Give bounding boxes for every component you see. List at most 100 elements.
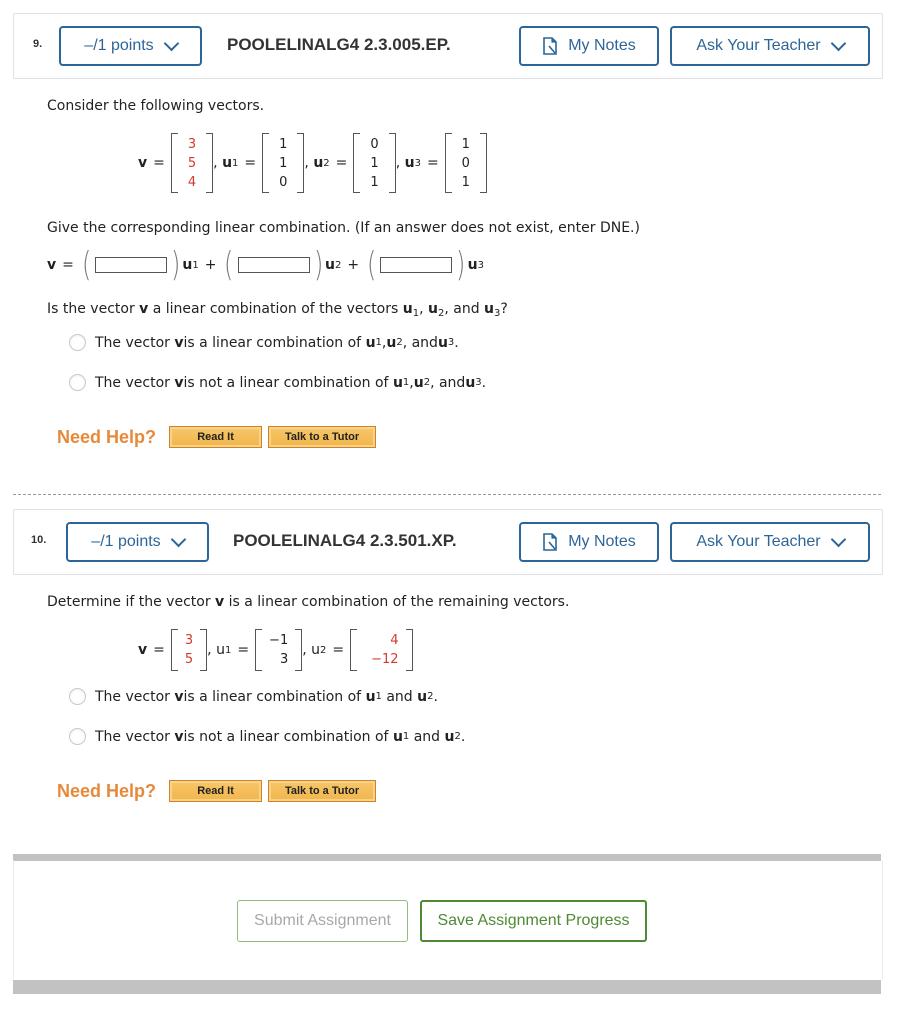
- vector-subscript: 1: [232, 157, 239, 169]
- vector-name: u: [311, 642, 320, 658]
- linear-combination-row: v = () u 1 + () u 2 + () u 3: [47, 245, 484, 285]
- vector-subscript: 1: [224, 644, 232, 656]
- read-it-button[interactable]: Read It: [169, 780, 263, 802]
- vector-name: v: [139, 301, 149, 317]
- text-fragment: is a linear combination of: [183, 334, 362, 351]
- points-label: –/1 points: [84, 37, 154, 54]
- save-progress-button[interactable]: Save Assignment Progress: [420, 900, 647, 942]
- vector-name: u: [404, 155, 415, 171]
- points-dropdown[interactable]: –/1 points: [66, 522, 209, 562]
- text-fragment: is a linear combination of the remaining…: [224, 594, 570, 610]
- question-prompt: Determine if the vector v is a linear co…: [47, 594, 569, 610]
- need-help-label: Need Help?: [57, 780, 157, 801]
- radio-button[interactable]: [69, 728, 86, 745]
- option-not-combination[interactable]: The vector v is not a linear combination…: [69, 728, 465, 745]
- matrix-entry: 3: [184, 633, 194, 648]
- talk-to-tutor-button[interactable]: Talk to a Tutor: [268, 426, 377, 448]
- question-number: 10.: [31, 534, 47, 546]
- talk-to-tutor-button[interactable]: Talk to a Tutor: [268, 780, 377, 802]
- chevron-down-icon: [170, 531, 186, 547]
- vector-subscript: 2: [323, 157, 330, 169]
- vector-u1-matrix: 1 1 0: [262, 133, 305, 193]
- question-9-header: 9. –/1 points POOLELINALG4 2.3.005.EP. M…: [13, 13, 883, 79]
- text-fragment: is a linear combination of: [183, 688, 362, 705]
- coefficient-input-u2[interactable]: [237, 257, 310, 273]
- need-help-bar: Need Help? Read It Talk to a Tutor: [57, 780, 382, 802]
- chevron-down-icon: [830, 531, 846, 547]
- option-is-combination[interactable]: The vector v is a linear combination of …: [69, 334, 459, 351]
- matrix-entry: −1: [269, 633, 289, 648]
- vector-name: v: [174, 334, 184, 351]
- read-it-button[interactable]: Read It: [169, 426, 263, 448]
- vector-name: u: [216, 642, 225, 658]
- text-fragment: The vector: [95, 688, 170, 705]
- vector-name: u: [222, 155, 233, 171]
- vector-name: v: [215, 594, 225, 610]
- vector-u2-matrix: 4 −12: [350, 629, 413, 671]
- matrix-entry: 0: [370, 136, 379, 152]
- matrix-entry: 3: [187, 136, 197, 152]
- vector-subscript: 2: [320, 644, 327, 656]
- need-help-bar: Need Help? Read It Talk to a Tutor: [57, 426, 382, 448]
- ask-teacher-button[interactable]: Ask Your Teacher: [670, 26, 870, 66]
- vector-name: v: [174, 728, 184, 745]
- text-fragment: The vector: [95, 374, 170, 391]
- question-number: 9.: [33, 38, 43, 50]
- matrix-entry: 1: [461, 174, 470, 190]
- vector-name: v: [138, 642, 148, 658]
- submit-assignment-button[interactable]: Submit Assignment: [237, 900, 408, 942]
- ask-teacher-button[interactable]: Ask Your Teacher: [670, 522, 870, 562]
- coefficient-input-u3[interactable]: [380, 257, 453, 273]
- vector-definitions: v = 3 5 4 , u 1 = 1 1 0 , u 2 = 0 1 1 , u 3 = 1: [138, 133, 487, 193]
- matrix-entry: 1: [279, 136, 288, 152]
- notes-icon: [543, 37, 558, 55]
- my-notes-button[interactable]: My Notes: [519, 26, 659, 66]
- text-fragment: The vector: [95, 334, 170, 351]
- instruction-text: Give the corresponding linear combinatio…: [47, 220, 640, 236]
- vector-name: u: [313, 155, 324, 171]
- footer-bottom-bar: [13, 980, 881, 994]
- vector-u3-matrix: 1 0 1: [444, 133, 487, 193]
- question-code: POOLELINALG4 2.3.005.EP.: [227, 35, 451, 54]
- question-text: Is the vector v a linear combination of …: [47, 301, 508, 319]
- vector-name: v: [174, 374, 184, 391]
- matrix-entry: 5: [187, 155, 197, 171]
- vector-u1-matrix: −1 3: [255, 629, 303, 671]
- matrix-entry: 1: [279, 155, 288, 171]
- notes-icon: [543, 533, 558, 551]
- text-fragment: is not a linear combination of: [183, 728, 389, 745]
- matrix-entry: 4: [187, 174, 197, 190]
- option-is-combination[interactable]: The vector v is a linear combination of …: [69, 688, 438, 705]
- matrix-entry: 0: [279, 174, 288, 190]
- coefficient-input-u1[interactable]: [95, 257, 168, 273]
- my-notes-button[interactable]: My Notes: [519, 522, 659, 562]
- ask-teacher-label: Ask Your Teacher: [696, 37, 821, 54]
- vector-name: v: [174, 688, 184, 705]
- term-vector: u: [182, 257, 193, 273]
- points-dropdown[interactable]: –/1 points: [59, 26, 202, 66]
- matrix-entry: −12: [371, 652, 399, 667]
- text-fragment: is not a linear combination of: [183, 374, 389, 391]
- radio-button[interactable]: [69, 334, 86, 351]
- term-subscript: 2: [334, 259, 342, 271]
- term-subscript: 1: [192, 259, 199, 271]
- need-help-label: Need Help?: [57, 426, 157, 447]
- vector-v-matrix: 3 5 4: [170, 133, 214, 193]
- my-notes-label: My Notes: [568, 533, 636, 550]
- term-vector: u: [467, 257, 478, 273]
- question-10-header: 10. –/1 points POOLELINALG4 2.3.501.XP. …: [13, 509, 883, 575]
- matrix-entry: 1: [370, 174, 379, 190]
- term-subscript: 3: [477, 259, 484, 271]
- question-code: POOLELINALG4 2.3.501.XP.: [233, 531, 457, 550]
- matrix-entry: 1: [461, 136, 470, 152]
- chevron-down-icon: [830, 35, 846, 51]
- text-fragment: a linear combination of the vectors: [148, 301, 403, 317]
- matrix-entry: 3: [279, 652, 289, 667]
- radio-button[interactable]: [69, 374, 86, 391]
- term-vector: u: [325, 257, 335, 273]
- radio-button[interactable]: [69, 688, 86, 705]
- points-label: –/1 points: [91, 533, 161, 550]
- vector-name: v: [138, 155, 148, 171]
- vector-definitions: v = 3 5 , u 1 = −1 3 , u 2 = 4 −12: [138, 629, 413, 671]
- option-not-combination[interactable]: The vector v is not a linear combination…: [69, 374, 486, 391]
